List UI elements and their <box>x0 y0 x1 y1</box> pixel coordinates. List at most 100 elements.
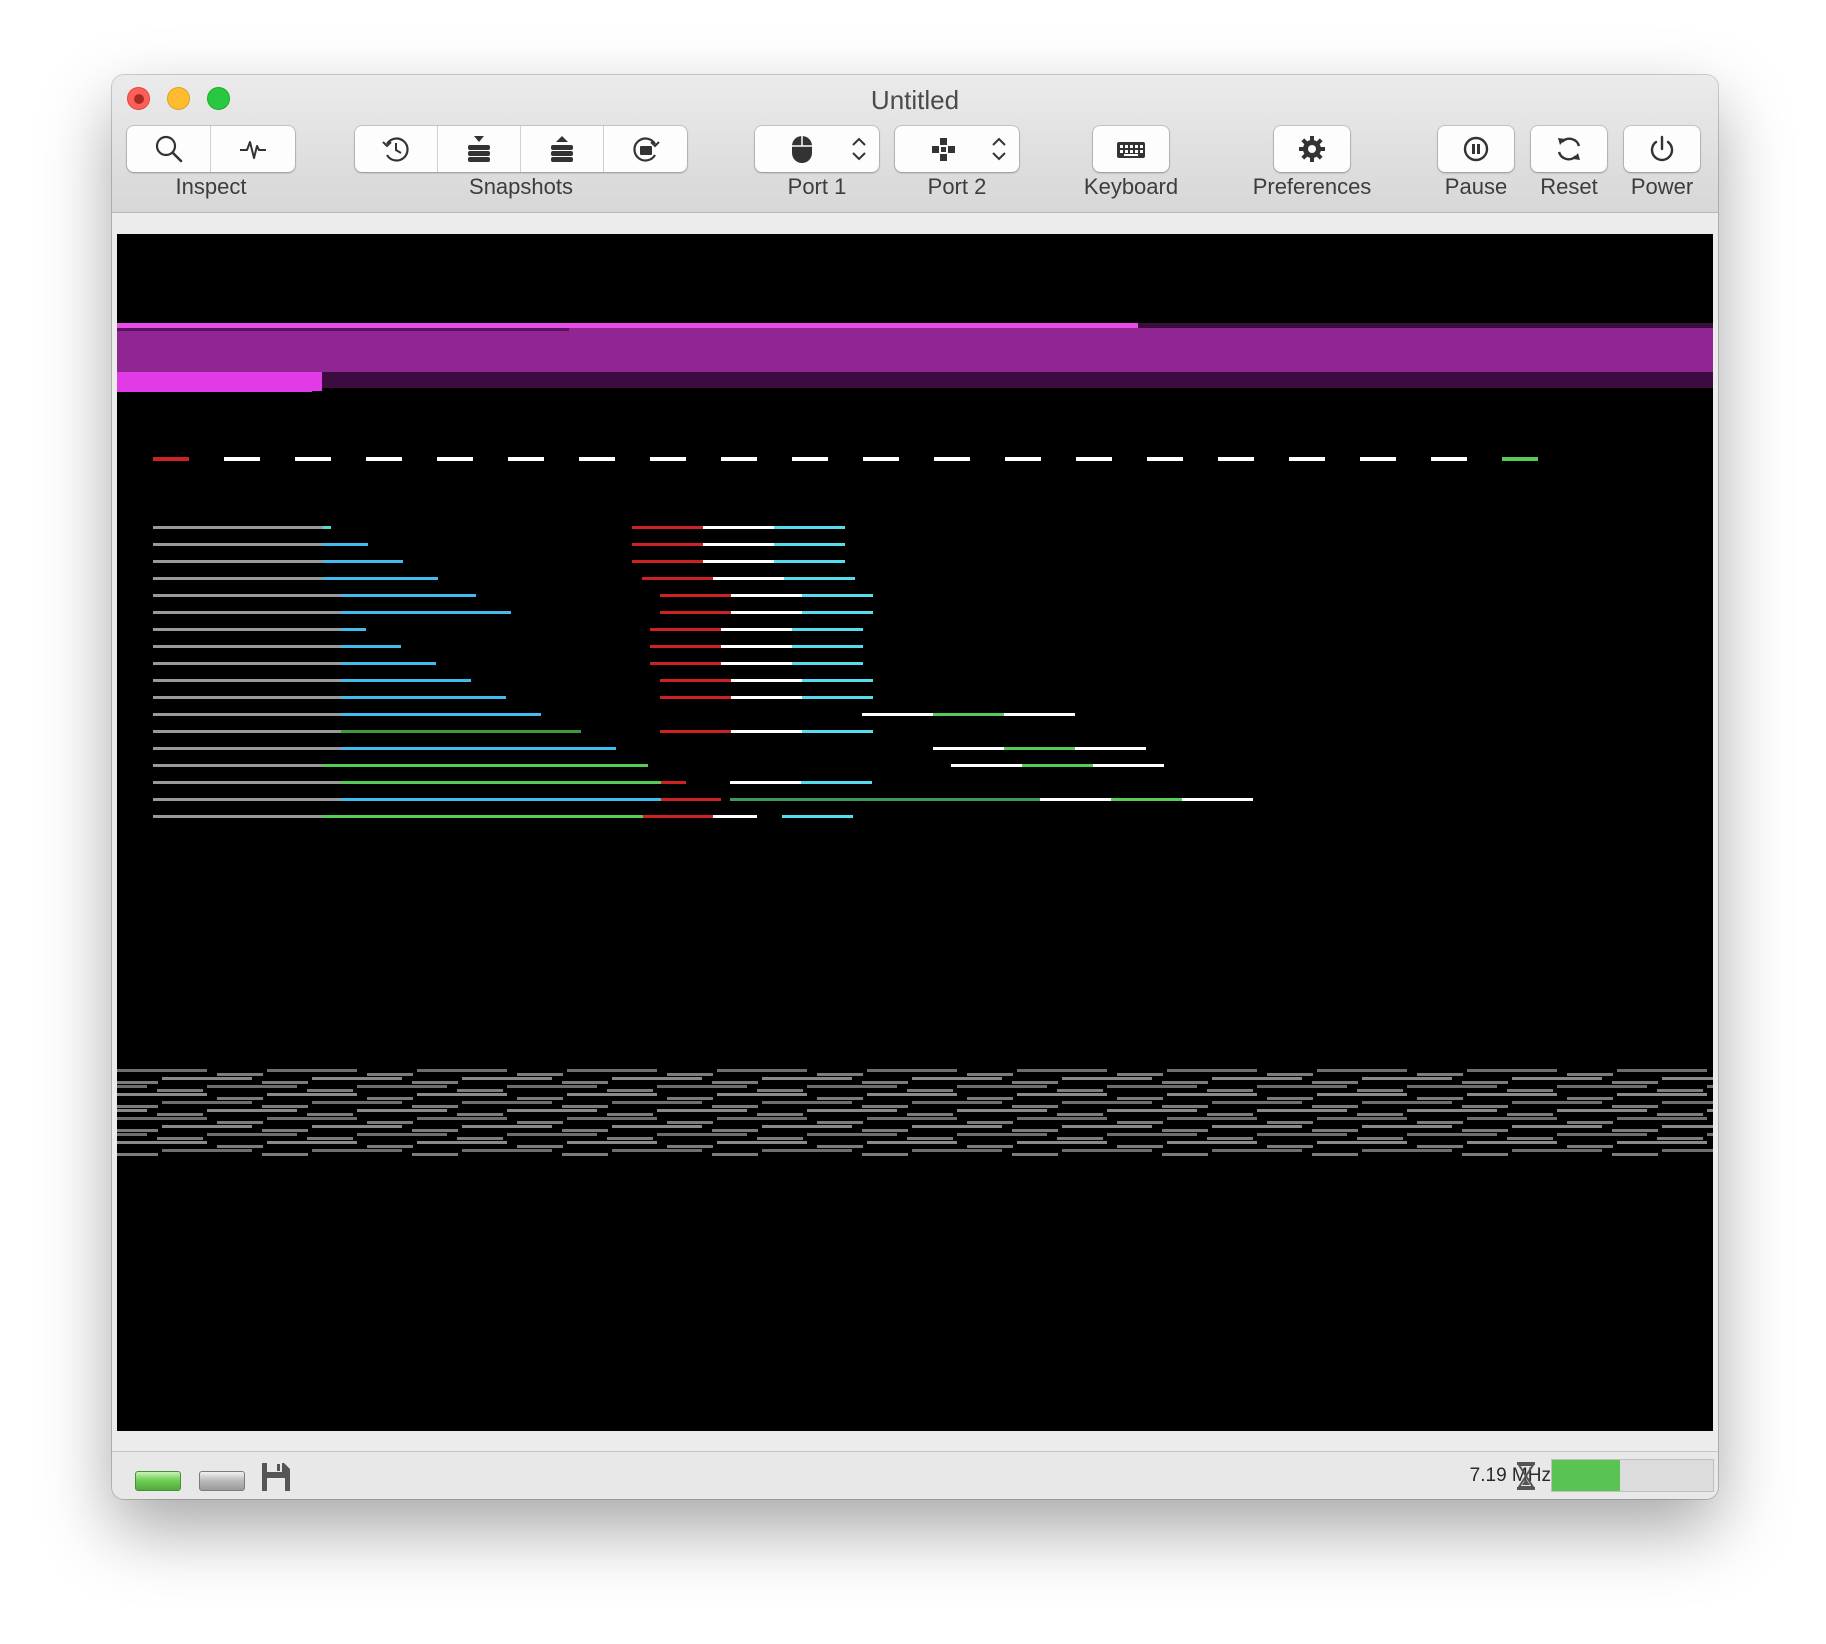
raster-line <box>323 577 438 580</box>
raster-line <box>1462 1081 1508 1084</box>
raster-line <box>341 662 436 665</box>
raster-line <box>367 1121 413 1124</box>
port2-popup[interactable] <box>895 126 1019 172</box>
raster-line <box>562 1081 608 1084</box>
raster-line <box>1612 1105 1658 1108</box>
floppy-disk-icon[interactable] <box>259 1460 293 1494</box>
raster-line <box>667 1121 713 1124</box>
raster-line <box>660 679 731 682</box>
raster-line <box>517 1121 563 1124</box>
drive2-led-icon[interactable] <box>199 1471 245 1491</box>
raster-dash <box>153 457 189 461</box>
raster-line <box>517 1073 563 1076</box>
raster-line <box>1312 1105 1358 1108</box>
raster-line <box>807 1085 897 1088</box>
raster-dash <box>721 457 757 461</box>
raster-line <box>207 1085 297 1088</box>
emulator-screen[interactable] <box>117 234 1713 1431</box>
inspect-button[interactable] <box>127 126 211 172</box>
raster-line <box>1093 764 1164 767</box>
reset-button[interactable] <box>1531 126 1607 172</box>
raster-line <box>341 594 476 597</box>
raster-line <box>612 1149 702 1152</box>
raster-line <box>967 1121 1013 1124</box>
raster-line <box>341 730 581 733</box>
raster-line <box>412 1081 458 1084</box>
raster-line <box>307 1089 353 1092</box>
raster-line <box>367 1145 413 1148</box>
raster-line <box>153 526 323 529</box>
port2-selector[interactable] <box>895 126 1019 172</box>
raster-line <box>157 1113 203 1116</box>
raster-line <box>1417 1145 1463 1148</box>
raster-line <box>1212 1149 1302 1152</box>
raster-line <box>323 764 648 767</box>
raster-line <box>562 1129 608 1132</box>
raster-line <box>774 543 845 546</box>
port1-popup[interactable] <box>755 126 879 172</box>
raster-line <box>1257 1085 1347 1088</box>
preferences-group <box>1274 126 1350 172</box>
title-toolbar: Untitled Inspect Snapshots Port 1 Port 2… <box>112 75 1718 213</box>
raster-line <box>517 1145 563 1148</box>
restore-snapshot-button[interactable] <box>521 126 604 172</box>
raster-line <box>153 560 323 563</box>
raster-line <box>731 679 802 682</box>
port2-label: Port 2 <box>927 174 987 199</box>
raster-line <box>262 1129 308 1132</box>
pause-button[interactable] <box>1438 126 1514 172</box>
raster-line <box>642 577 713 580</box>
snapshot-history-button[interactable] <box>355 126 438 172</box>
preferences-button[interactable] <box>1274 126 1350 172</box>
raster-line <box>1062 1077 1152 1080</box>
raster-line <box>712 1129 758 1132</box>
raster-line <box>713 815 757 818</box>
raster-line <box>462 1125 552 1128</box>
raster-line <box>1407 1085 1497 1088</box>
browse-snapshots-button[interactable] <box>604 126 687 172</box>
port1-selector[interactable] <box>755 126 879 172</box>
hourglass-icon[interactable] <box>1514 1460 1538 1492</box>
raster-line <box>1407 1133 1497 1136</box>
power-button[interactable] <box>1624 126 1700 172</box>
raster-line <box>267 1069 357 1072</box>
keyboard-icon <box>1117 142 1145 158</box>
raster-line <box>1207 1089 1253 1092</box>
pause-group <box>1438 126 1514 172</box>
raster-line <box>1317 1069 1407 1072</box>
raster-line <box>341 781 661 784</box>
raster-line <box>117 1069 207 1072</box>
raster-line <box>267 1117 357 1120</box>
raster-line <box>1657 1113 1703 1116</box>
raster-line <box>417 1093 507 1096</box>
raster-line <box>153 543 323 546</box>
raster-line <box>1017 1117 1107 1120</box>
raster-line <box>730 798 1040 801</box>
pause-label: Pause <box>1444 174 1508 199</box>
drive1-led-icon[interactable] <box>135 1471 181 1491</box>
raster-line <box>117 1153 158 1156</box>
raster-line <box>1062 1125 1152 1128</box>
keyboard-button[interactable] <box>1093 126 1169 172</box>
raster-line <box>731 594 802 597</box>
raster-line <box>1617 1117 1707 1120</box>
raster-line <box>1312 1081 1358 1084</box>
raster-line <box>312 1125 402 1128</box>
raster-line <box>612 1101 702 1104</box>
raster-line <box>1617 1069 1707 1072</box>
raster-line <box>774 560 845 563</box>
raster-line <box>650 628 721 631</box>
raster-line <box>967 1145 1013 1148</box>
raster-line <box>1467 1141 1557 1144</box>
snapshot-history-icon <box>382 137 409 162</box>
preferences-label: Preferences <box>1252 174 1372 199</box>
raster-line <box>457 1089 503 1092</box>
raster-line <box>267 1141 357 1144</box>
take-snapshot-button[interactable] <box>438 126 521 172</box>
raster-line <box>1462 1105 1508 1108</box>
monitor-button[interactable] <box>211 126 295 172</box>
raster-line <box>153 611 341 614</box>
raster-dash <box>650 457 686 461</box>
raster-line <box>217 1121 263 1124</box>
raster-line <box>721 662 792 665</box>
